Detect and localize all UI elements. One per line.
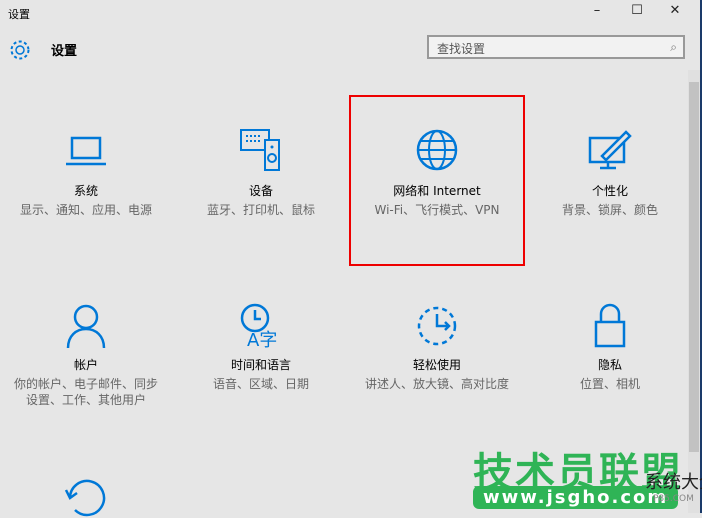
close-button[interactable]: ✕ bbox=[660, 3, 690, 23]
tile-title: 隐私 bbox=[597, 358, 622, 372]
highlight-box bbox=[349, 95, 525, 266]
tile-title: 时间和语言 bbox=[230, 358, 291, 372]
tile-devices[interactable]: 设备 蓝牙、打印机、鼠标 bbox=[186, 128, 336, 218]
tile-subtitle: 显示、通知、应用、电源 bbox=[19, 203, 152, 217]
update-icon[interactable] bbox=[62, 478, 110, 518]
tile-personalization[interactable]: 个性化 背景、锁屏、颜色 bbox=[535, 128, 685, 218]
tile-title: 设备 bbox=[248, 184, 273, 198]
page-title: 设置 bbox=[51, 44, 78, 59]
lock-icon bbox=[594, 303, 626, 348]
person-icon bbox=[66, 304, 106, 349]
scrollbar[interactable] bbox=[688, 70, 700, 513]
time-language-icon: A字 bbox=[240, 303, 277, 350]
tile-title: 帐户 bbox=[73, 358, 98, 372]
maximize-button[interactable]: ☐ bbox=[622, 3, 652, 23]
scrollbar-thumb[interactable] bbox=[689, 82, 699, 452]
devices-icon bbox=[240, 129, 280, 171]
title-bar: 设置 – ☐ ✕ bbox=[0, 0, 688, 28]
tile-subtitle: 语音、区域、日期 bbox=[212, 377, 309, 391]
tile-title: 系统 bbox=[73, 184, 98, 198]
tile-title: 个性化 bbox=[591, 184, 628, 198]
tile-system[interactable]: 系统 显示、通知、应用、电源 bbox=[11, 128, 161, 218]
search-input[interactable]: 查找设置 ⌕ bbox=[427, 35, 685, 59]
tile-title: 轻松使用 bbox=[412, 358, 461, 372]
search-placeholder: 查找设置 bbox=[437, 42, 486, 56]
gear-icon bbox=[10, 40, 30, 60]
tile-subtitle: 讲述人、放大镜、高对比度 bbox=[364, 377, 509, 391]
tile-accounts[interactable]: 帐户 你的帐户、电子邮件、同步设置、工作、其他用户 bbox=[11, 302, 161, 408]
tile-privacy[interactable]: 隐私 位置、相机 bbox=[535, 302, 685, 392]
watermark-url2: P85.COM bbox=[653, 494, 694, 504]
svg-text:A字: A字 bbox=[247, 330, 277, 350]
minimize-button[interactable]: – bbox=[582, 3, 612, 23]
tile-ease-of-access[interactable]: 轻松使用 讲述人、放大镜、高对比度 bbox=[362, 302, 512, 392]
window-title: 设置 bbox=[8, 8, 30, 21]
tile-time-language[interactable]: A字 时间和语言 语音、区域、日期 bbox=[186, 302, 336, 392]
tile-subtitle: 背景、锁屏、颜色 bbox=[561, 203, 658, 217]
ease-of-access-icon bbox=[417, 306, 457, 346]
watermark-brand2: 系统大全 bbox=[645, 472, 702, 493]
search-icon[interactable]: ⌕ bbox=[670, 40, 677, 55]
tile-subtitle: 蓝牙、打印机、鼠标 bbox=[206, 203, 315, 217]
watermark: 技术员联盟 www.jsgho.com 系统大全 P85.COM bbox=[473, 440, 702, 509]
laptop-icon bbox=[66, 136, 106, 166]
paint-icon bbox=[588, 130, 632, 170]
tile-subtitle: 你的帐户、电子邮件、同步设置、工作、其他用户 bbox=[13, 377, 158, 407]
tile-subtitle: 位置、相机 bbox=[579, 377, 640, 391]
